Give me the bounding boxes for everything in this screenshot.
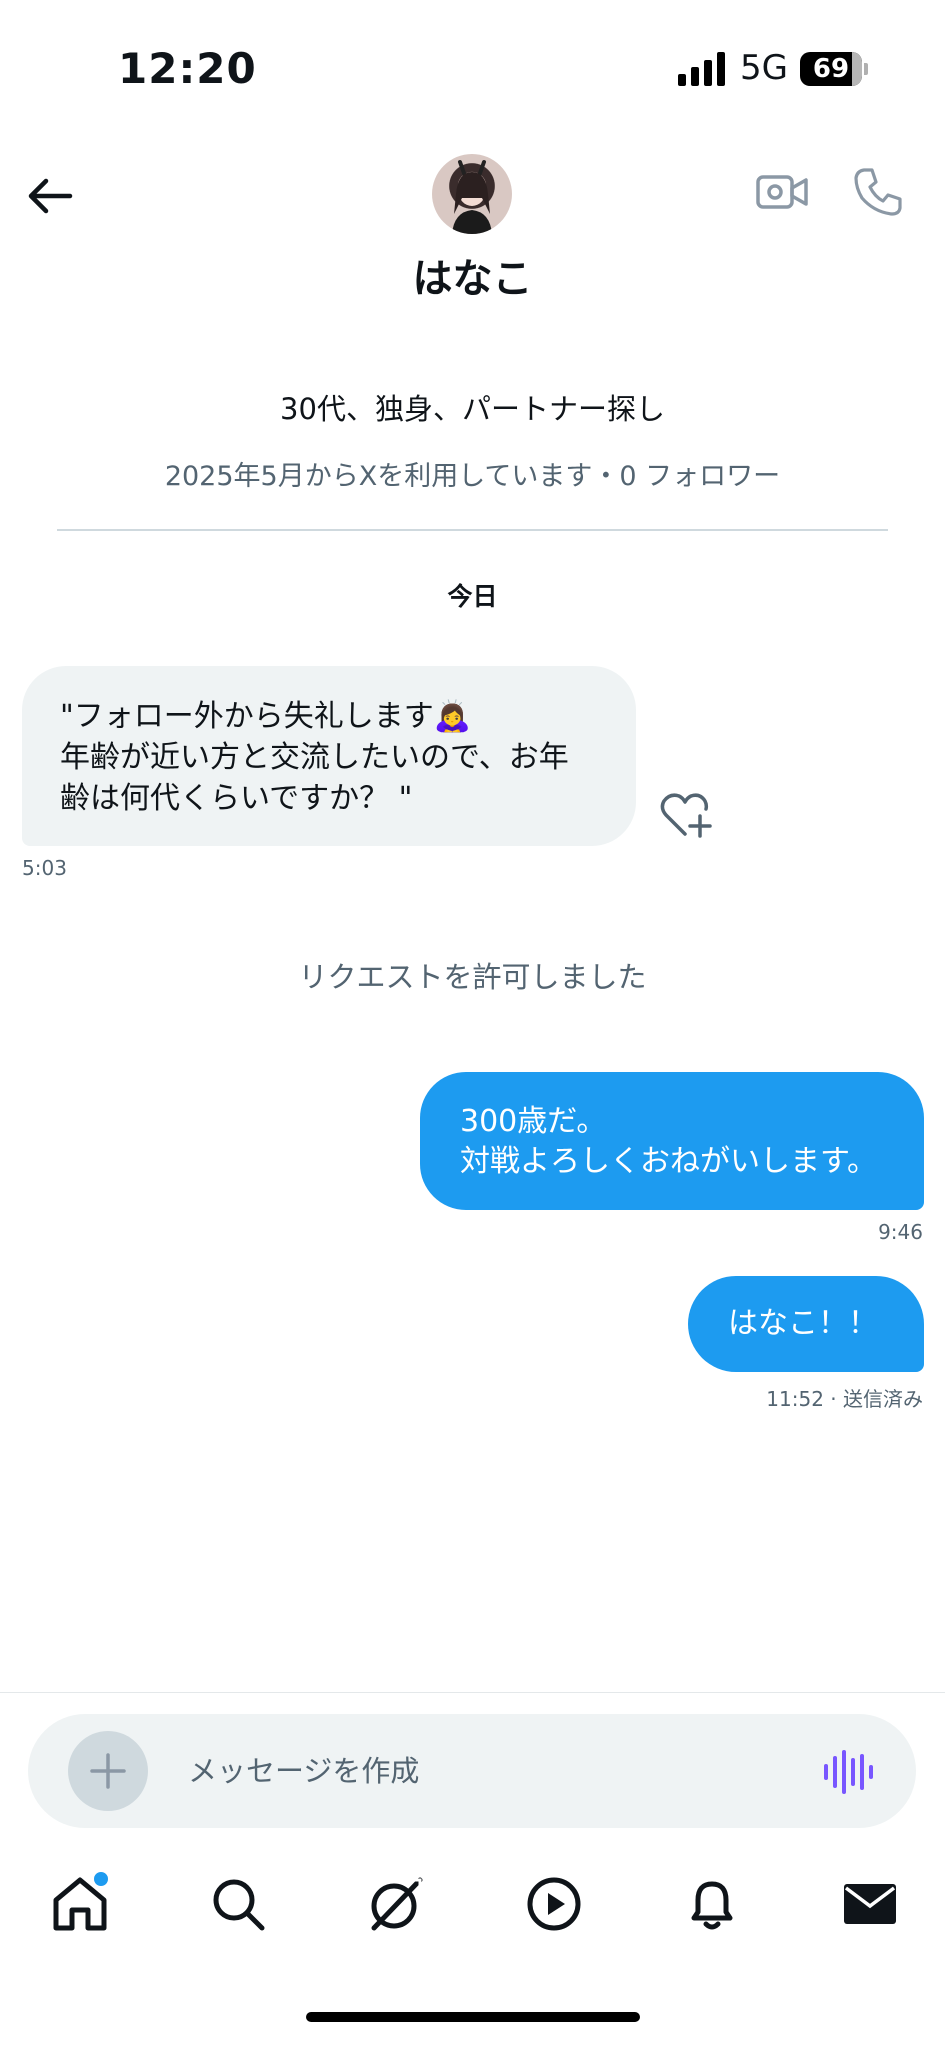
status-time: 12:20 <box>118 44 257 93</box>
phone-icon[interactable] <box>852 166 904 218</box>
message-timestamp: 11:52 · 送信済み <box>766 1387 923 1411</box>
battery-indicator: 69 <box>800 52 862 86</box>
avatar[interactable] <box>432 154 512 234</box>
date-separator: 今日 <box>447 582 498 611</box>
heart-plus-icon[interactable] <box>658 790 712 840</box>
message-bubble-outgoing[interactable]: はなこ！！ <box>688 1276 924 1372</box>
profile-bio: 30代、独身、パートナー探し <box>280 392 665 426</box>
message-line: 齢は何代くらいですか？ " <box>60 781 413 816</box>
search-icon[interactable] <box>208 1874 268 1934</box>
signal-icon <box>678 52 725 86</box>
add-media-button[interactable] <box>68 1731 148 1811</box>
home-indicator <box>306 2012 640 2022</box>
message-timestamp: 9:46 <box>878 1220 923 1244</box>
plus-icon <box>90 1753 126 1789</box>
message-line: 年齢が近い方と交流したいので、お年 <box>60 740 569 775</box>
notification-dot <box>92 1870 110 1888</box>
composer-divider <box>0 1692 945 1693</box>
bell-icon[interactable] <box>682 1874 742 1934</box>
message-line: "フォロー外から失礼します🙇‍♀️ <box>60 699 472 734</box>
message-timestamp: 5:03 <box>22 856 67 880</box>
message-line: 対戦よろしくおねがいします。 <box>460 1144 877 1179</box>
message-line: 300歳だ。 <box>460 1104 607 1139</box>
message-bubble-incoming[interactable]: "フォロー外から失礼します🙇‍♀️ 年齢が近い方と交流したいので、お年 齢は何代… <box>22 666 636 846</box>
message-line: はなこ！！ <box>728 1306 878 1341</box>
play-icon[interactable] <box>524 1874 584 1934</box>
back-arrow-icon[interactable] <box>24 170 76 222</box>
video-call-icon[interactable] <box>756 166 808 218</box>
grok-icon[interactable] <box>366 1874 426 1934</box>
avatar-image-icon <box>452 160 492 234</box>
carrier-label: 5G <box>740 48 788 88</box>
contact-name[interactable]: はなこ <box>0 246 945 304</box>
divider <box>57 529 888 531</box>
battery-percent: 69 <box>812 54 850 84</box>
message-input[interactable] <box>188 1746 788 1796</box>
battery-cap <box>864 63 868 75</box>
mail-icon[interactable] <box>840 1874 900 1934</box>
message-bubble-outgoing[interactable]: 300歳だ。 対戦よろしくおねがいします。 <box>420 1072 924 1210</box>
profile-meta: 2025年5月からXを利用しています・0 フォロワー <box>164 461 781 492</box>
voice-wave-icon[interactable] <box>822 1748 874 1796</box>
system-notice: リクエストを許可しました <box>298 960 647 994</box>
